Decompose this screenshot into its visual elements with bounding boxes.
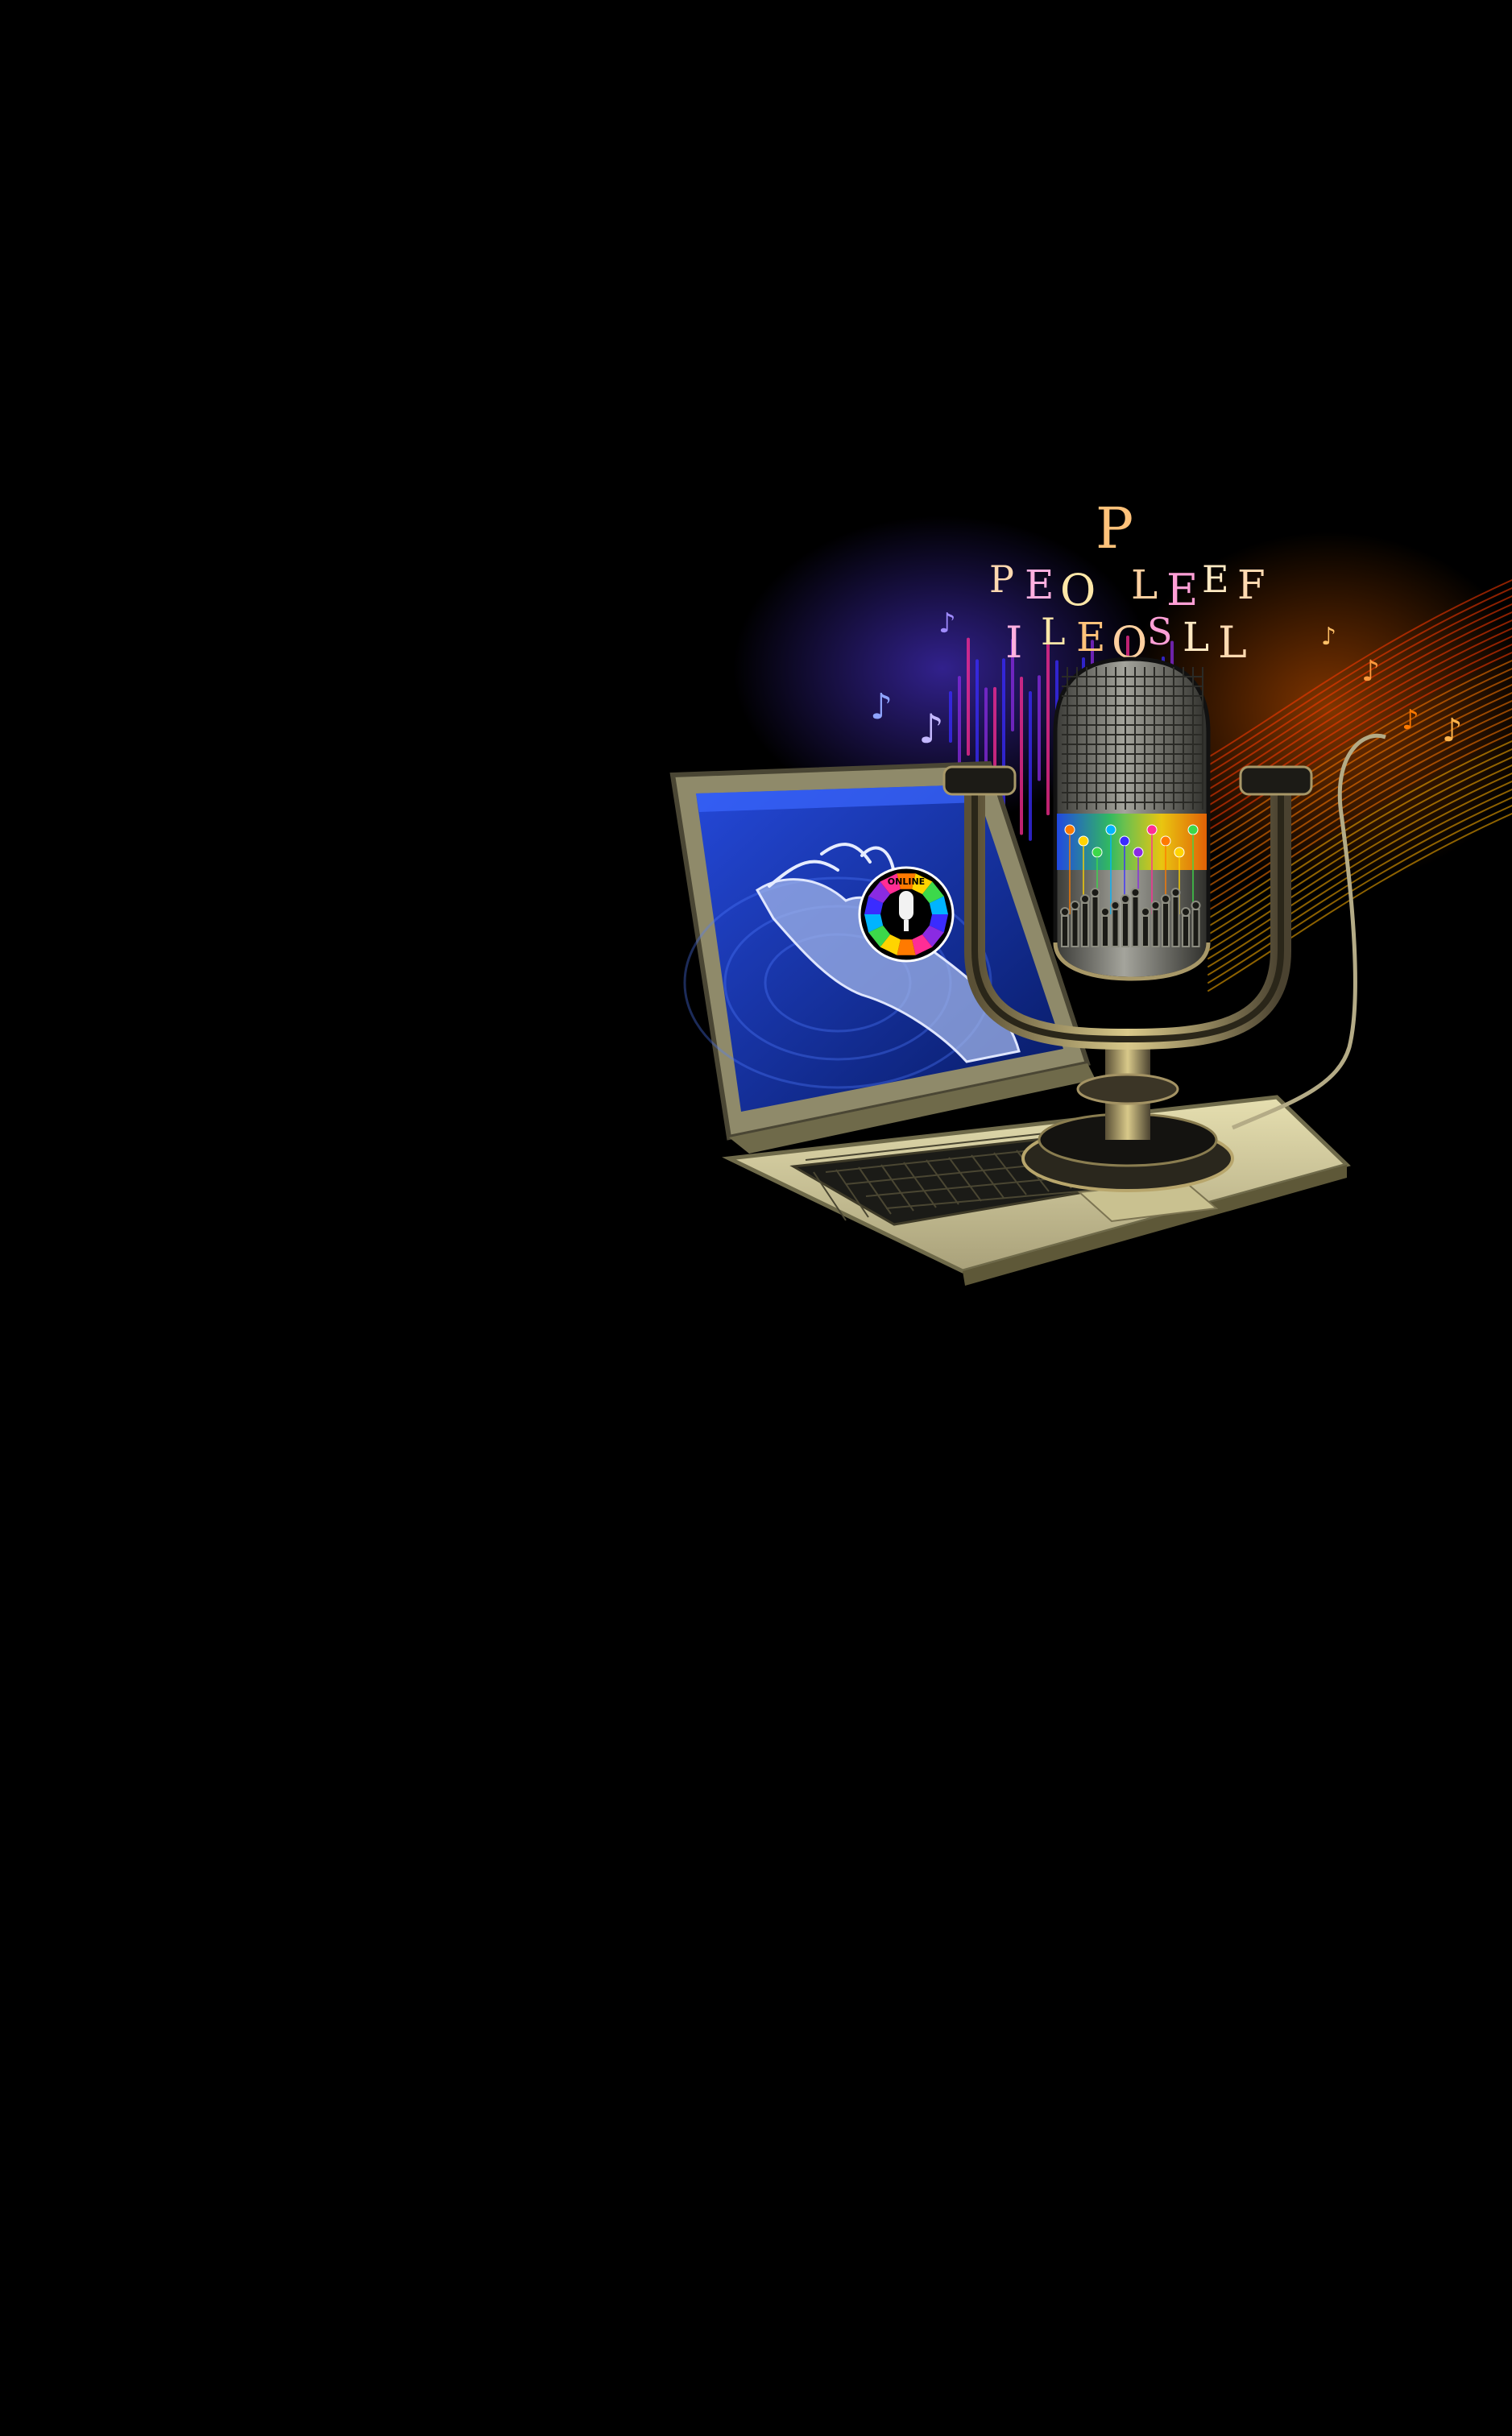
floating-letter: E: [1076, 614, 1106, 661]
floating-letter: L: [1218, 617, 1247, 668]
person-body: [1071, 909, 1079, 947]
person-body: [1081, 902, 1089, 947]
band-light: [1078, 835, 1089, 847]
podcast-logo-badge: ONLINE: [858, 866, 955, 963]
band-light: [1119, 835, 1130, 847]
left-knob: [942, 765, 1017, 796]
right-knob: [1239, 765, 1313, 796]
illustration: PEOPLEEFILEOSLL ♪ ♪ ♪ ♪ ♪ ♪ ♪: [0, 0, 1512, 2436]
person-head: [1130, 888, 1141, 897]
floating-letter: P: [989, 557, 1014, 601]
person-head: [1060, 907, 1070, 917]
floating-letter: L: [1183, 614, 1209, 661]
person-body: [1061, 915, 1069, 947]
badge-text: ONLINE: [888, 876, 925, 887]
floating-letter: F: [1237, 561, 1266, 608]
person-body: [1101, 915, 1109, 947]
person-head: [1150, 901, 1161, 910]
floating-letter: L: [1131, 561, 1158, 608]
person-head: [1191, 901, 1201, 910]
floating-letter: O: [1060, 565, 1096, 615]
person-body: [1141, 915, 1150, 947]
person-body: [1131, 896, 1140, 947]
floating-letter: E: [1025, 561, 1054, 608]
person-body: [1111, 909, 1120, 947]
band-light: [1187, 824, 1199, 835]
floating-letter: S: [1147, 610, 1173, 653]
background: [0, 0, 1512, 2436]
person-head: [1100, 907, 1110, 917]
person-body: [1162, 902, 1170, 947]
person-head: [1121, 894, 1130, 904]
band-light: [1174, 847, 1185, 858]
band-light: [1146, 824, 1158, 835]
floating-letter: I: [1005, 617, 1022, 668]
floating-letter: L: [1041, 610, 1066, 653]
person-body: [1091, 896, 1100, 947]
music-note-icon: ♪: [870, 686, 893, 727]
person-head: [1080, 894, 1090, 904]
music-note-icon: ♪: [938, 607, 956, 640]
person-head: [1170, 888, 1181, 897]
person-head: [1110, 901, 1121, 910]
band-light: [1160, 835, 1171, 847]
person-head: [1161, 894, 1170, 904]
person-head: [1181, 907, 1191, 917]
floating-letter: E: [1166, 565, 1198, 615]
person-body: [1151, 909, 1160, 947]
music-note-icon: ♪: [1321, 623, 1336, 651]
music-note-icon: ♪: [1442, 712, 1463, 749]
person-body: [1121, 902, 1129, 947]
band-light: [1064, 824, 1075, 835]
music-note-icon: ♪: [1402, 704, 1419, 736]
band-light: [1133, 847, 1144, 858]
person-head: [1070, 901, 1080, 910]
person-body: [1182, 915, 1190, 947]
band-light: [1105, 824, 1116, 835]
music-note-icon: ♪: [918, 706, 944, 752]
person-head: [1141, 907, 1150, 917]
music-note-icon: ♪: [1361, 655, 1380, 688]
band-light: [1092, 847, 1103, 858]
floating-letter: E: [1202, 557, 1229, 601]
floating-letter: P: [1096, 495, 1133, 561]
person-head: [1090, 888, 1100, 897]
person-body: [1191, 909, 1200, 947]
person-body: [1171, 896, 1180, 947]
